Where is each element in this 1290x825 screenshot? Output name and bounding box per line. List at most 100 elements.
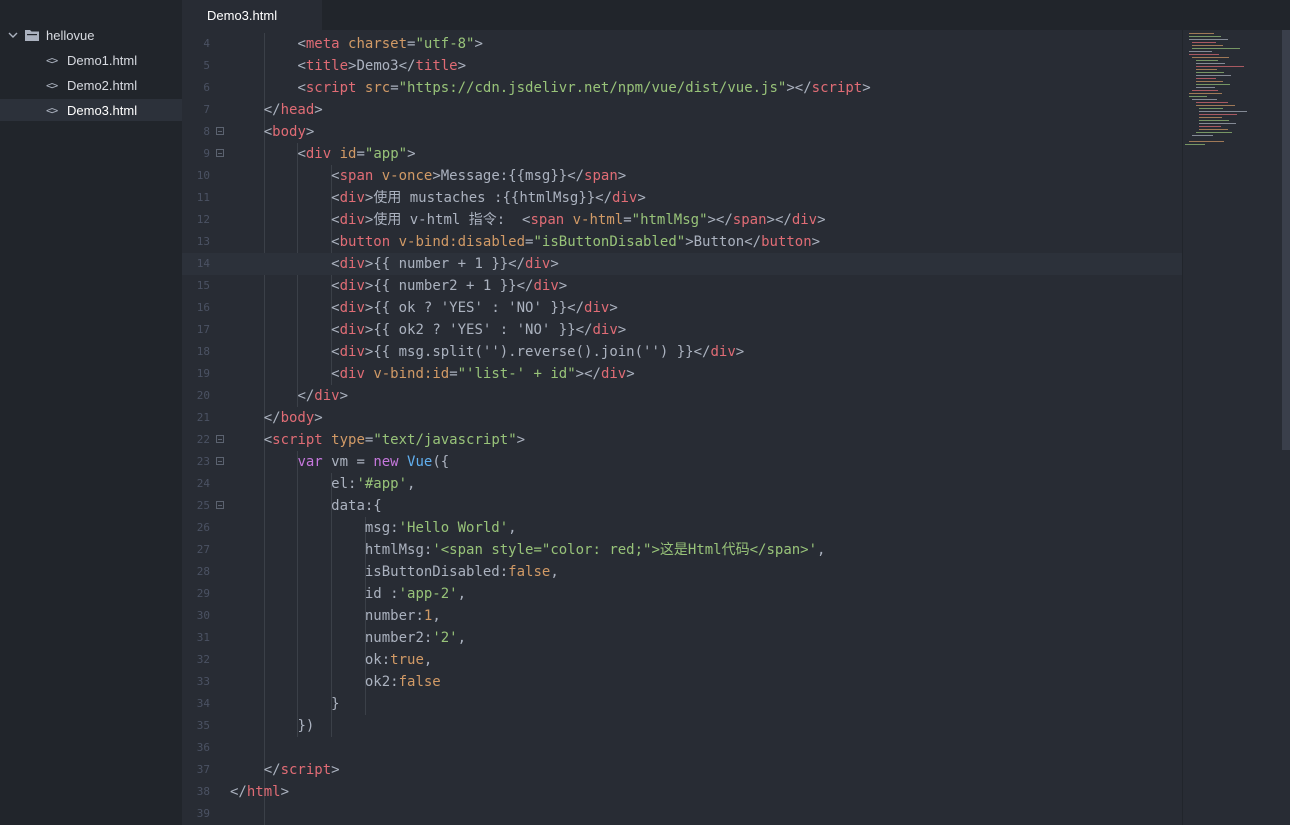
- code-line[interactable]: 37 </script>: [182, 759, 1182, 781]
- code-line[interactable]: 18 <div>{{ msg.split('').reverse().join('…: [182, 341, 1182, 363]
- minimap[interactable]: [1182, 30, 1281, 825]
- vertical-scrollbar[interactable]: [1282, 30, 1290, 450]
- code-text: <div>{{ ok ? 'YES' : 'NO' }}</div>: [331, 300, 618, 316]
- code-text: isButtonDisabled:false,: [364, 564, 559, 580]
- code-line[interactable]: 36: [182, 737, 1182, 759]
- code-text: <span v-once>Message:{{msg}}</span>: [331, 168, 627, 184]
- code-text: data:{: [331, 498, 382, 514]
- code-line[interactable]: 11 <div>使用 mustaches :{{htmlMsg}}</div>: [182, 187, 1182, 209]
- code-line[interactable]: 35}): [182, 715, 1182, 737]
- line-number: 23: [196, 455, 210, 468]
- code-line[interactable]: 7 </head>: [182, 99, 1182, 121]
- tree-item-demo2[interactable]: <> Demo2.html: [0, 74, 182, 96]
- minimap-line: [1195, 69, 1217, 70]
- code-text: htmlMsg:'<span style="color: red;">这是Htm…: [364, 542, 826, 558]
- minimap-line: [1188, 33, 1214, 34]
- file-code-icon: <>: [46, 53, 58, 67]
- tree-item-label: Demo3.html: [67, 102, 138, 118]
- line-number: 5: [203, 59, 210, 72]
- minimap-line: [1199, 108, 1224, 109]
- line-number: 24: [196, 477, 210, 490]
- code-line[interactable]: 19 <div v-bind:id="'list-' + id"></div>: [182, 363, 1182, 385]
- line-number: 11: [196, 191, 210, 204]
- minimap-line: [1192, 48, 1241, 49]
- code-line[interactable]: 28 isButtonDisabled:false,: [182, 561, 1182, 583]
- minimap-line: [1199, 111, 1248, 112]
- code-line[interactable]: 12 <div>使用 v-html 指令: <span v-html="htmlM…: [182, 209, 1182, 231]
- code-line[interactable]: 14 <div>{{ number + 1 }}</div>: [182, 253, 1182, 275]
- line-number: 25: [196, 499, 210, 512]
- code-line[interactable]: 32 ok:true,: [182, 649, 1182, 671]
- minimap-line: [1192, 135, 1214, 136]
- code-line[interactable]: 24 el:'#app',: [182, 473, 1182, 495]
- line-number: 39: [196, 807, 210, 820]
- fold-toggle-icon[interactable]: [216, 501, 224, 509]
- code-line[interactable]: 39: [182, 803, 1182, 825]
- minimap-line: [1199, 129, 1229, 130]
- line-number: 22: [196, 433, 210, 446]
- code-text: <div id="app">: [297, 146, 416, 162]
- tree-root-folder[interactable]: hellovue: [0, 24, 182, 46]
- code-line[interactable]: 27 htmlMsg:'<span style="color: red;">这是H…: [182, 539, 1182, 561]
- minimap-line: [1195, 72, 1224, 73]
- fold-toggle-icon[interactable]: [216, 457, 224, 465]
- tree-item-demo1[interactable]: <> Demo1.html: [0, 49, 182, 71]
- code-line[interactable]: 8 <body>: [182, 121, 1182, 143]
- tree-item-label: Demo1.html: [67, 52, 138, 68]
- minimap-line: [1188, 36, 1221, 37]
- code-line[interactable]: 4 <meta charset="utf-8">: [182, 33, 1182, 55]
- code-line[interactable]: 5 <title>Demo3</title>: [182, 55, 1182, 77]
- code-line[interactable]: 20 </div>: [182, 385, 1182, 407]
- code-line[interactable]: 15 <div>{{ number2 + 1 }}</div>: [182, 275, 1182, 297]
- line-number: 31: [196, 631, 210, 644]
- code-editor[interactable]: 4 <meta charset="utf-8"> 5 <title>Demo3</ti…: [182, 30, 1182, 825]
- minimap-line: [1195, 63, 1225, 64]
- minimap-line: [1199, 120, 1230, 121]
- code-text: <script src="https://cdn.jsdelivr.net/np…: [297, 80, 871, 96]
- tree-root-label: hellovue: [46, 27, 95, 43]
- folder-icon: [25, 29, 39, 41]
- code-text: <div>使用 v-html 指令: <span v-html="htmlMsg…: [331, 212, 826, 228]
- code-line[interactable]: 31 number2:'2',: [182, 627, 1182, 649]
- tree-item-label: Demo2.html: [67, 77, 138, 93]
- code-line[interactable]: 9 <div id="app">: [182, 143, 1182, 165]
- code-line[interactable]: 34}: [182, 693, 1182, 715]
- code-text: </div>: [297, 388, 349, 404]
- file-code-icon: <>: [46, 78, 58, 92]
- code-line[interactable]: 25 data:{: [182, 495, 1182, 517]
- minimap-line: [1188, 51, 1212, 52]
- fold-toggle-icon[interactable]: [216, 435, 224, 443]
- code-line[interactable]: 29 id :'app-2',: [182, 583, 1182, 605]
- code-line[interactable]: 33 ok2:false: [182, 671, 1182, 693]
- minimap-line: [1195, 66, 1244, 67]
- code-line[interactable]: 21 </body>: [182, 407, 1182, 429]
- minimap-line: [1188, 54, 1219, 55]
- line-number: 34: [196, 697, 210, 710]
- line-number: 8: [203, 125, 210, 138]
- code-line[interactable]: 38 </html>: [182, 781, 1182, 803]
- line-number: 37: [196, 763, 210, 776]
- code-text: }): [297, 718, 315, 734]
- code-line[interactable]: 6 <script src="https://cdn.jsdelivr.net/n…: [182, 77, 1182, 99]
- code-line[interactable]: 23 var vm = new Vue({: [182, 451, 1182, 473]
- code-line[interactable]: 30 number:1,: [182, 605, 1182, 627]
- line-number: 32: [196, 653, 210, 666]
- minimap-line: [1195, 87, 1215, 88]
- fold-toggle-icon[interactable]: [216, 149, 224, 157]
- code-line[interactable]: 10 <span v-once>Message:{{msg}}</span>: [182, 165, 1182, 187]
- code-line[interactable]: 22 <script type="text/javascript">: [182, 429, 1182, 451]
- minimap-line: [1185, 144, 1205, 145]
- code-line[interactable]: 16 <div>{{ ok ? 'YES' : 'NO' }}</div>: [182, 297, 1182, 319]
- code-line[interactable]: 13 <button v-bind:disabled="isButtonDisab…: [182, 231, 1182, 253]
- fold-toggle-icon[interactable]: [216, 127, 224, 135]
- minimap-line: [1195, 81, 1223, 82]
- code-text: <div>{{ number + 1 }}</div>: [331, 256, 559, 272]
- code-text: <title>Demo3</title>: [297, 58, 467, 74]
- code-line[interactable]: 26 msg:'Hello World',: [182, 517, 1182, 539]
- line-number: 38: [196, 785, 210, 798]
- code-line[interactable]: 17 <div>{{ ok2 ? 'YES' : 'NO' }}</div>: [182, 319, 1182, 341]
- chevron-down-icon[interactable]: [8, 30, 22, 40]
- line-number: 21: [196, 411, 210, 424]
- tab-demo3[interactable]: Demo3.html: [182, 0, 322, 30]
- tree-item-demo3[interactable]: <> Demo3.html: [0, 99, 182, 121]
